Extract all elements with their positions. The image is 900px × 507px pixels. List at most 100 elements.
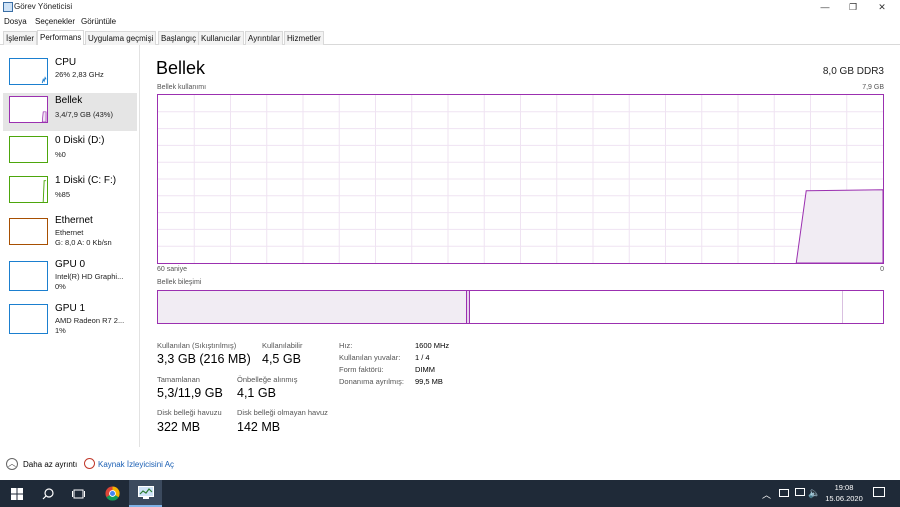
sidebar-item-value: AMD Radeon R7 2... xyxy=(55,316,125,325)
usage-graph-max: 7,9 GB xyxy=(862,84,884,91)
performance-sidebar: CPU 26% 2,83 GHz Bellek 3,4/7,9 GB (43%)… xyxy=(0,45,140,447)
composition-graph-label: Bellek bileşimi xyxy=(157,279,202,286)
tab-performance[interactable]: Performans xyxy=(37,30,85,45)
speed-label: Hız: xyxy=(339,341,353,350)
sidebar-item-label: 0 Diski (D:) xyxy=(55,135,105,146)
network-icon[interactable] xyxy=(795,488,805,496)
fewer-details-link[interactable]: Daha az ayrıntı xyxy=(23,460,77,469)
memory-composition-bar xyxy=(157,290,884,324)
committed-label: Tamamlanan xyxy=(157,375,200,384)
task-manager-app-icon xyxy=(3,2,13,12)
volume-icon[interactable]: 🔈 xyxy=(808,488,820,499)
tab-services[interactable]: Hizmetler xyxy=(284,31,324,45)
paged-pool-value: 322 MB xyxy=(157,420,201,434)
sidebar-item-value: 26% 2,83 GHz xyxy=(55,70,104,79)
memory-usage-graph xyxy=(157,94,884,264)
search-icon[interactable] xyxy=(31,480,64,507)
usage-graph-label: Bellek kullanımı xyxy=(157,84,207,91)
sidebar-item-gpu-1[interactable]: GPU 1 AMD Radeon R7 2... 1% xyxy=(3,301,137,339)
available-value: 4,5 GB xyxy=(262,352,301,366)
menu-options[interactable]: Seçenekler xyxy=(35,17,75,26)
page-title: Bellek xyxy=(156,58,206,78)
composition-modified-segment xyxy=(467,291,470,323)
sidebar-item-value: %0 xyxy=(55,150,66,159)
open-resource-monitor-link[interactable]: Kaynak İzleyicisini Aç xyxy=(98,460,174,469)
task-view-icon[interactable] xyxy=(62,480,95,507)
tab-details[interactable]: Ayrıntılar xyxy=(245,31,283,45)
windows-start-icon[interactable] xyxy=(0,480,33,507)
cpu-mini-graph xyxy=(9,58,48,85)
sidebar-item-label: Bellek xyxy=(55,95,83,106)
sidebar-item-usage: 1% xyxy=(55,326,66,335)
sidebar-item-value: Ethernet xyxy=(55,228,84,237)
title-bar: Görev Yöneticisi — ❐ ✕ xyxy=(0,0,900,15)
composition-in-use-segment xyxy=(158,291,467,323)
sidebar-item-disk-1[interactable]: 1 Diski (C: F:) %85 xyxy=(3,173,137,211)
chevron-up-icon[interactable]: ︿ xyxy=(6,458,18,470)
memory-mini-graph xyxy=(9,96,48,123)
battery-icon[interactable] xyxy=(779,489,789,497)
menu-view[interactable]: Görüntüle xyxy=(81,17,116,26)
chevron-up-icon[interactable]: ︿ xyxy=(762,488,771,501)
hardware-reserved-label: Donanıma ayrılmış: xyxy=(339,377,405,386)
sidebar-item-memory[interactable]: Bellek 3,4/7,9 GB (43%) xyxy=(3,93,137,131)
clock-time[interactable]: 19:08 xyxy=(824,483,864,492)
slots-label: Kullanılan yuvalar: xyxy=(339,353,401,362)
sidebar-item-value: Intel(R) HD Graphi... xyxy=(55,272,124,281)
tab-processes[interactable]: İşlemler xyxy=(3,31,38,45)
sidebar-item-label: CPU xyxy=(55,57,77,68)
tab-strip: İşlemler Performans Uygulama geçmişi Baş… xyxy=(0,30,900,45)
sidebar-item-disk-0[interactable]: 0 Diski (D:) %0 xyxy=(3,133,137,171)
composition-standby-divider xyxy=(842,291,843,323)
available-label: Kullanılabilir xyxy=(262,341,303,350)
cached-value: 4,1 GB xyxy=(237,386,276,400)
nonpaged-pool-label: Disk belleği olmayan havuz xyxy=(237,408,328,417)
in-use-value: 3,3 GB (216 MB) xyxy=(157,352,251,366)
menu-bar: Dosya Seçenekler Görüntüle xyxy=(0,15,900,28)
sidebar-item-label: 1 Diski (C: F:) xyxy=(55,175,117,186)
graph-axis-left: 60 saniye xyxy=(157,266,187,273)
minimize-button[interactable]: — xyxy=(811,0,839,15)
tab-startup[interactable]: Başlangıç xyxy=(158,31,200,45)
committed-value: 5,3/11,9 GB xyxy=(157,386,223,400)
menu-file[interactable]: Dosya xyxy=(4,17,27,26)
disk-0-mini-graph xyxy=(9,136,48,163)
cached-label: Önbelleğe alınmış xyxy=(237,375,298,384)
sidebar-item-value: 3,4/7,9 GB (43%) xyxy=(55,110,113,119)
chrome-icon[interactable] xyxy=(96,480,129,507)
tab-users[interactable]: Kullanıcılar xyxy=(198,31,244,45)
graph-axis-right: 0 xyxy=(880,266,884,273)
tab-app-history[interactable]: Uygulama geçmişi xyxy=(85,31,157,45)
nonpaged-pool-value: 142 MB xyxy=(237,420,281,434)
sidebar-item-throughput: G: 8,0 A: 0 Kb/sn xyxy=(55,238,112,247)
gpu-1-mini-graph xyxy=(9,304,48,334)
memory-usage-area xyxy=(795,189,883,263)
sidebar-item-ethernet[interactable]: Ethernet Ethernet G: 8,0 A: 0 Kb/sn xyxy=(3,213,137,251)
disk-1-mini-graph xyxy=(9,176,48,203)
sidebar-item-label: GPU 0 xyxy=(55,259,86,270)
sidebar-item-label: GPU 1 xyxy=(55,303,86,314)
maximize-button[interactable]: ❐ xyxy=(839,0,867,15)
notifications-icon[interactable] xyxy=(873,487,885,497)
ethernet-mini-graph xyxy=(9,218,48,245)
gpu-0-mini-graph xyxy=(9,261,48,291)
taskbar: ︿ 🔈 19:08 15.06.2020 xyxy=(0,480,900,507)
speed-value: 1600 MHz xyxy=(415,341,450,350)
close-button[interactable]: ✕ xyxy=(868,0,896,15)
sidebar-item-usage: 0% xyxy=(55,282,66,291)
sidebar-item-cpu[interactable]: CPU 26% 2,83 GHz xyxy=(3,55,137,93)
sidebar-item-gpu-0[interactable]: GPU 0 Intel(R) HD Graphi... 0% xyxy=(3,257,137,295)
in-use-label: Kullanılan (Sıkıştırılmış) xyxy=(157,341,237,350)
task-manager-taskbar-icon[interactable] xyxy=(129,480,162,507)
window-title: Görev Yöneticisi xyxy=(14,2,73,11)
paged-pool-label: Disk belleği havuzu xyxy=(157,408,222,417)
form-factor-label: Form faktörü: xyxy=(339,365,384,374)
memory-type: 8,0 GB DDR3 xyxy=(822,66,884,77)
form-factor-value: DIMM xyxy=(415,365,435,374)
footer-bar: ︿ Daha az ayrıntı Kaynak İzleyicisini Aç xyxy=(0,455,900,475)
resource-monitor-icon xyxy=(84,458,95,469)
clock-date[interactable]: 15.06.2020 xyxy=(820,494,868,503)
slots-value: 1 / 4 xyxy=(415,353,430,362)
hardware-reserved-value: 99,5 MB xyxy=(415,377,443,386)
sidebar-item-value: %85 xyxy=(55,190,71,199)
